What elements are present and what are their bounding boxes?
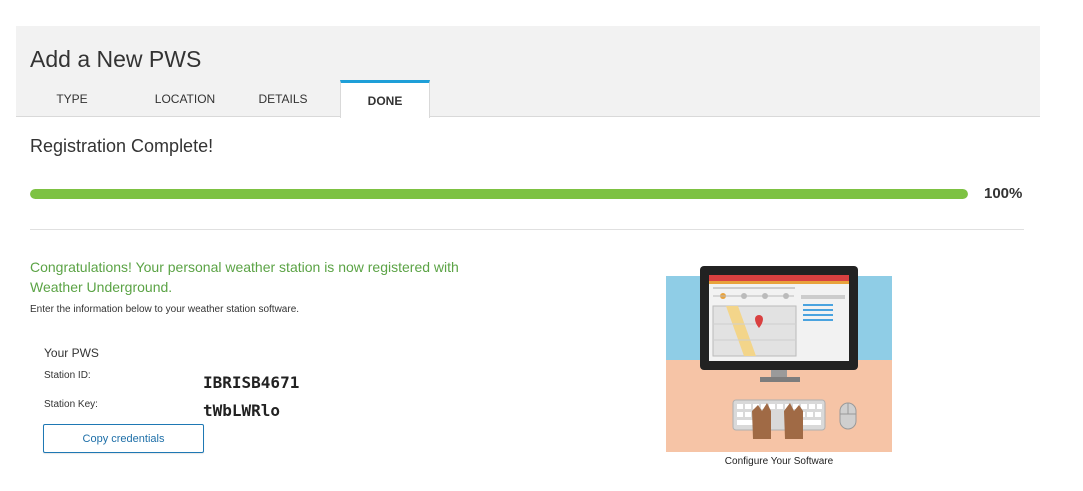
- section-title: Registration Complete!: [30, 136, 214, 156]
- station-id-label: Station ID:: [44, 370, 91, 381]
- instructions-text: Enter the information below to your weat…: [30, 304, 300, 315]
- page-title: Add a New PWS: [30, 46, 202, 72]
- progress-percentage: 100%: [984, 185, 1023, 202]
- congratulations-message: Congratulations! Your personal weather s…: [30, 259, 459, 295]
- tab-done[interactable]: DONE: [340, 80, 430, 118]
- station-key-label: Station Key:: [44, 399, 98, 410]
- tab-type[interactable]: TYPE: [42, 80, 102, 117]
- illustration-caption: Configure Your Software: [724, 456, 834, 467]
- wizard-tabs: TYPE LOCATION DETAILS DONE: [30, 80, 450, 118]
- progress-bar: [30, 189, 968, 199]
- computer-setup-illustration: [666, 266, 892, 452]
- tab-location[interactable]: LOCATION: [140, 80, 230, 117]
- divider: [30, 229, 1024, 230]
- page-header: Add a New PWS TYPE LOCATION DETAILS DONE: [16, 26, 1040, 118]
- tab-details[interactable]: DETAILS: [248, 80, 318, 117]
- copy-credentials-button[interactable]: Copy credentials: [43, 424, 204, 453]
- progress-bar-fill: [30, 189, 968, 199]
- station-id-value: IBRISB4671: [203, 373, 300, 392]
- pws-heading: Your PWS: [44, 346, 99, 360]
- station-key-value: tWbLWRlo: [203, 401, 281, 420]
